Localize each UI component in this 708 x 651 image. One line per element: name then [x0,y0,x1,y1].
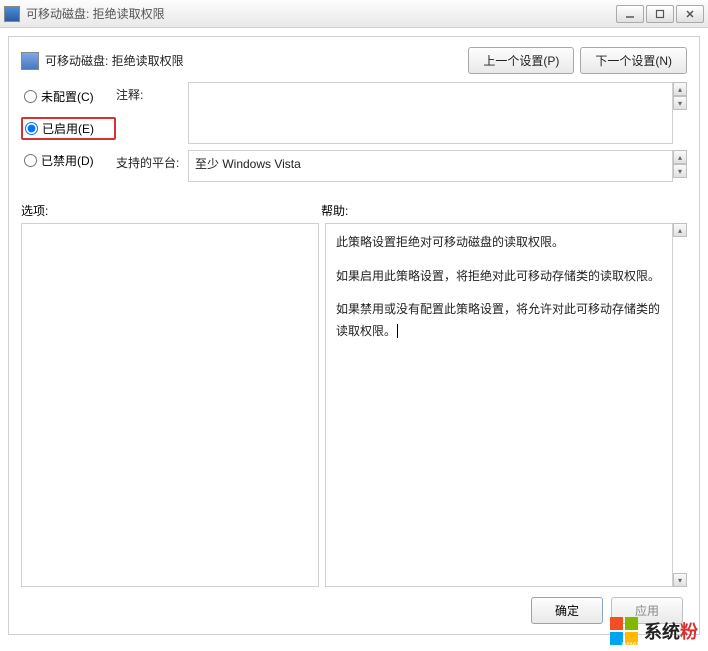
scroll-up-icon[interactable]: ▴ [673,150,687,164]
previous-setting-button[interactable]: 上一个设置(P) [468,47,574,74]
comment-label: 注释: [116,82,188,103]
text-caret [397,324,398,338]
radio-enabled[interactable]: 已启用(E) [21,117,116,140]
comment-row: 注释: ▴ ▾ [116,82,687,144]
window-controls [616,5,704,23]
help-panel-wrap: 此策略设置拒绝对可移动磁盘的读取权限。 如果启用此策略设置，将拒绝对此可移动存储… [325,223,687,587]
radio-not-configured[interactable]: 未配置(C) [21,86,116,107]
help-paragraph-3-text: 如果禁用或没有配置此策略设置，将允许对此可移动存储类的读取权限。 [336,302,660,338]
scroll-down-icon[interactable]: ▾ [673,573,687,587]
radio-not-configured-label: 未配置(C) [41,88,94,105]
radio-not-configured-input[interactable] [24,90,37,103]
policy-icon [21,52,39,70]
minimize-button[interactable] [616,5,644,23]
help-label: 帮助: [321,202,348,219]
window-title-bar: 可移动磁盘: 拒绝读取权限 [0,0,708,28]
platform-label: 支持的平台: [116,150,188,171]
fields-column: 注释: ▴ ▾ 支持的平台: 至少 Windows Vista ▴ ▾ [116,82,687,188]
scroll-down-icon[interactable]: ▾ [673,96,687,110]
upper-section: 未配置(C) 已启用(E) 已禁用(D) 注释: ▴ ▾ 支持的平台: [21,82,687,188]
minimize-icon [625,9,635,19]
help-panel: 此策略设置拒绝对可移动磁盘的读取权限。 如果启用此策略设置，将拒绝对此可移动存储… [325,223,673,587]
comment-input[interactable] [188,82,673,144]
platform-row: 支持的平台: 至少 Windows Vista ▴ ▾ [116,150,687,182]
close-icon [685,9,695,19]
platform-scrollbar[interactable]: ▴ ▾ [673,150,687,178]
close-button[interactable] [676,5,704,23]
window-title: 可移动磁盘: 拒绝读取权限 [26,5,616,22]
scroll-down-icon[interactable]: ▾ [673,164,687,178]
comment-scrollbar[interactable]: ▴ ▾ [673,82,687,110]
nav-buttons: 上一个设置(P) 下一个设置(N) [468,47,687,74]
next-setting-button[interactable]: 下一个设置(N) [580,47,687,74]
watermark-url: www.win7999.com [621,639,696,649]
lower-panels: 此策略设置拒绝对可移动磁盘的读取权限。 如果启用此策略设置，将拒绝对此可移动存储… [21,223,687,587]
help-paragraph-2: 如果启用此策略设置，将拒绝对此可移动存储类的读取权限。 [336,266,662,288]
platform-value: 至少 Windows Vista [188,150,673,182]
options-panel [21,223,319,587]
options-label: 选项: [21,202,321,219]
maximize-button[interactable] [646,5,674,23]
dialog-buttons: 确定 应用 [21,597,687,624]
radio-enabled-input[interactable] [25,122,38,135]
radio-disabled-input[interactable] [24,154,37,167]
scroll-up-icon[interactable]: ▴ [673,223,687,237]
scroll-up-icon[interactable]: ▴ [673,82,687,96]
ok-button[interactable]: 确定 [531,597,603,624]
radio-disabled[interactable]: 已禁用(D) [21,150,116,171]
section-labels: 选项: 帮助: [21,202,687,219]
policy-title: 可移动磁盘: 拒绝读取权限 [45,52,468,69]
maximize-icon [655,9,665,19]
help-paragraph-1: 此策略设置拒绝对可移动磁盘的读取权限。 [336,232,662,254]
dialog-body: 可移动磁盘: 拒绝读取权限 上一个设置(P) 下一个设置(N) 未配置(C) 已… [8,36,700,635]
apply-button[interactable]: 应用 [611,597,683,624]
radio-disabled-label: 已禁用(D) [41,152,94,169]
radio-enabled-label: 已启用(E) [42,120,94,137]
help-paragraph-3: 如果禁用或没有配置此策略设置，将允许对此可移动存储类的读取权限。 [336,299,662,342]
state-radio-group: 未配置(C) 已启用(E) 已禁用(D) [21,82,116,188]
policy-header: 可移动磁盘: 拒绝读取权限 上一个设置(P) 下一个设置(N) [21,47,687,74]
help-scrollbar[interactable]: ▴ ▾ [673,223,687,587]
app-icon [4,6,20,22]
